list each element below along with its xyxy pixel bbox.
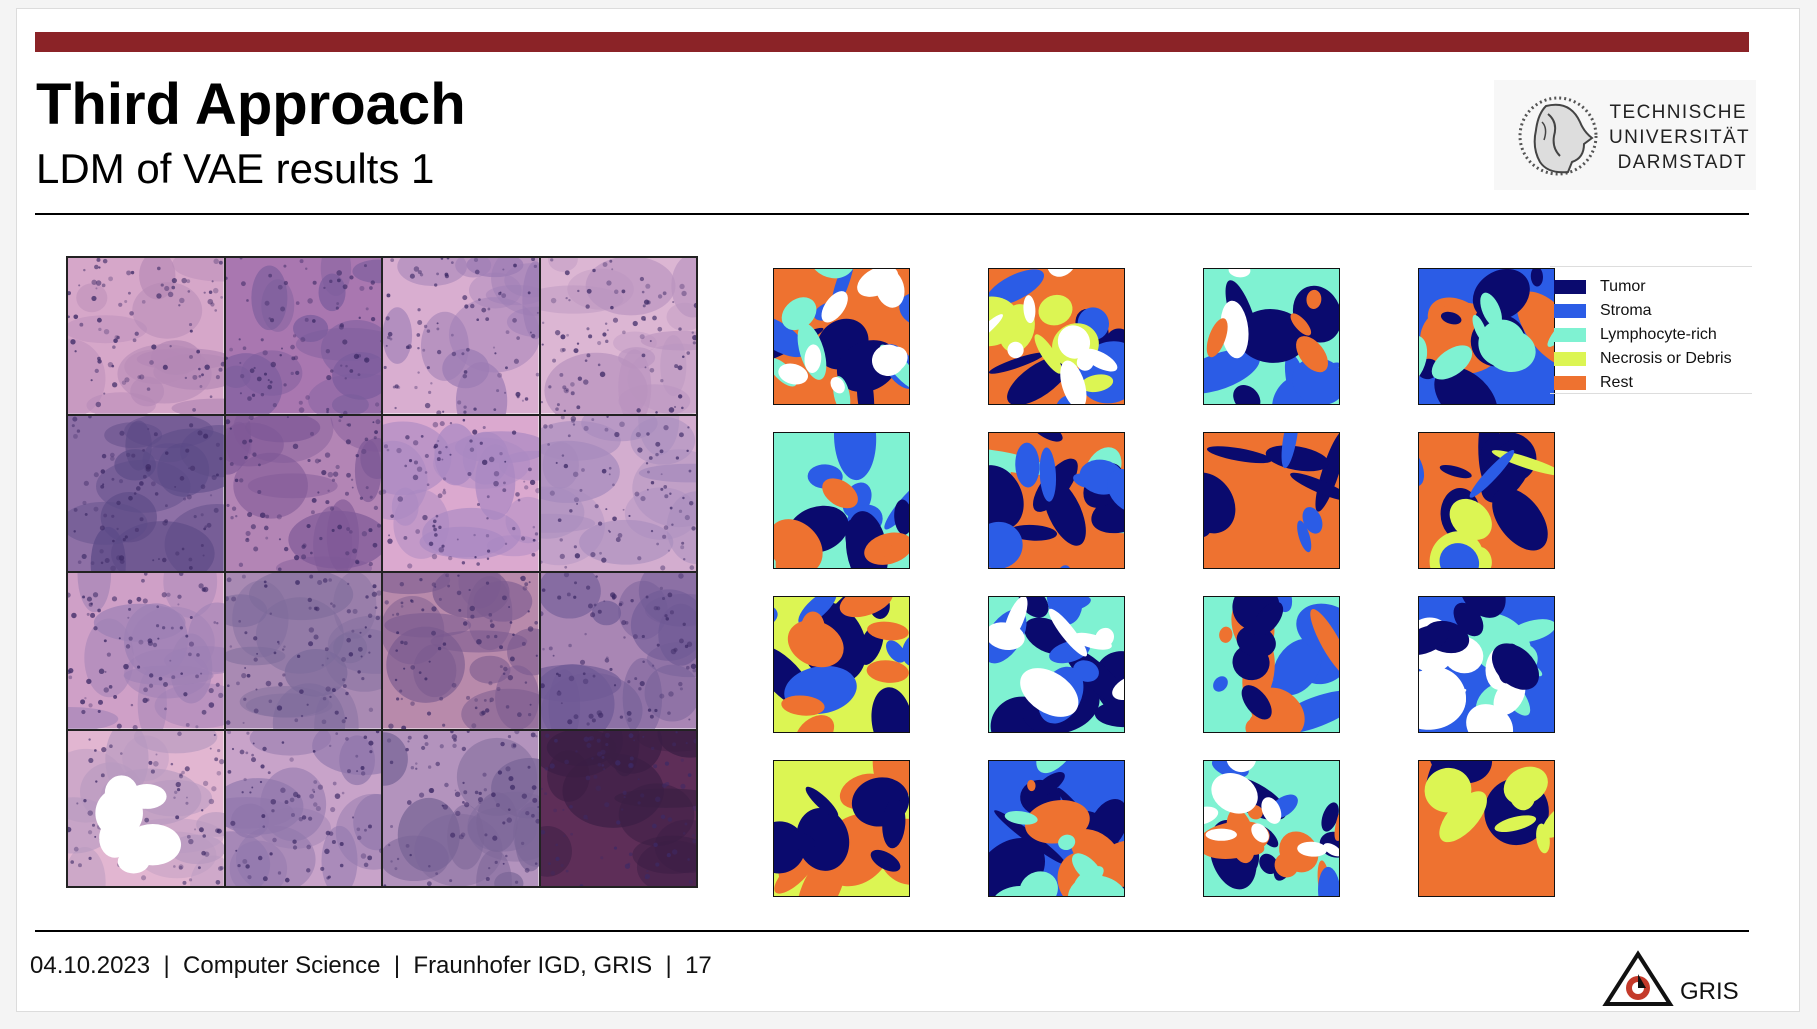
histology-image-grid [66,256,698,888]
footer-divider [35,930,1749,932]
segmentation-mask [773,596,910,733]
legend-swatch-tumor [1554,280,1586,294]
histology-tile [382,414,540,572]
footer-institute: Fraunhofer IGD, GRIS [413,952,653,979]
header-divider [35,213,1749,215]
footer-separator: | [163,952,170,979]
legend-swatch-rest [1554,376,1586,390]
segmentation-mask [988,268,1125,405]
histology-tile [382,729,540,887]
histology-tile [539,572,697,730]
footer-separator: | [393,952,401,979]
histology-tile [224,729,382,887]
histology-tile [539,257,697,415]
university-name-line-1: TECHNISCHE [1609,102,1747,123]
segmentation-mask [988,760,1125,897]
segmentation-mask [1203,432,1340,569]
segmentation-mask [988,432,1125,569]
segmentation-mask [773,432,910,569]
footer-date: 04.10.2023 [30,952,151,979]
slide-footer: 04.10.2023 | Computer Science | Fraunhof… [30,952,712,980]
histology-tile [67,572,225,730]
histology-tile [67,414,225,572]
histology-tile [539,414,697,572]
legend-item-rest: Rest [1554,373,1633,393]
segmentation-mask [1418,268,1555,405]
legend-item-lymphocyte-rich: Lymphocyte-rich [1554,325,1717,345]
legend-swatch-stroma [1554,304,1586,318]
histology-tile [382,257,540,415]
legend-label: Lymphocyte-rich [1600,326,1717,343]
gris-label: GRIS [1680,978,1739,1005]
segmentation-mask [773,760,910,897]
segmentation-mask [1418,432,1555,569]
legend-label: Tumor [1600,278,1646,295]
university-name-line-2: UNIVERSITÄT [1609,127,1751,148]
histology-tile [224,572,382,730]
footer-department: Computer Science [183,952,381,979]
segmentation-mask [1203,268,1340,405]
footer-separator: | [665,952,672,979]
legend-label: Stroma [1600,302,1652,319]
segmentation-legend: Tumor Stroma Lymphocyte-rich Necrosis or… [1550,266,1752,394]
legend-item-necrosis: Necrosis or Debris [1554,349,1732,369]
histology-tile [67,729,225,887]
university-name-line-3: DARMSTADT [1617,152,1747,173]
university-name: TECHNISCHE UNIVERSITÄT DARMSTADT [1609,100,1751,175]
segmentation-mask [988,596,1125,733]
legend-item-stroma: Stroma [1554,301,1652,321]
accent-bar [35,32,1749,52]
segmentation-mask [1203,596,1340,733]
segmentation-mask [1418,760,1555,897]
histology-tile [382,572,540,730]
legend-swatch-necrosis [1554,352,1586,366]
slide-title: Third Approach [36,72,466,137]
athena-head-icon [1518,96,1598,176]
gris-triangle-icon [1602,950,1674,1006]
segmentation-mask [773,268,910,405]
histology-tile [539,729,697,887]
slide-subtitle: LDM of VAE results 1 [36,145,435,192]
legend-label: Rest [1600,374,1633,391]
histology-tile [224,414,382,572]
legend-swatch-lymphocyte-rich [1554,328,1586,342]
legend-label: Necrosis or Debris [1600,350,1732,367]
legend-item-tumor: Tumor [1554,277,1646,297]
segmentation-mask [1203,760,1340,897]
histology-tile [67,257,225,415]
histology-tile [224,257,382,415]
segmentation-mask [1418,596,1555,733]
footer-page-number: 17 [685,952,712,979]
